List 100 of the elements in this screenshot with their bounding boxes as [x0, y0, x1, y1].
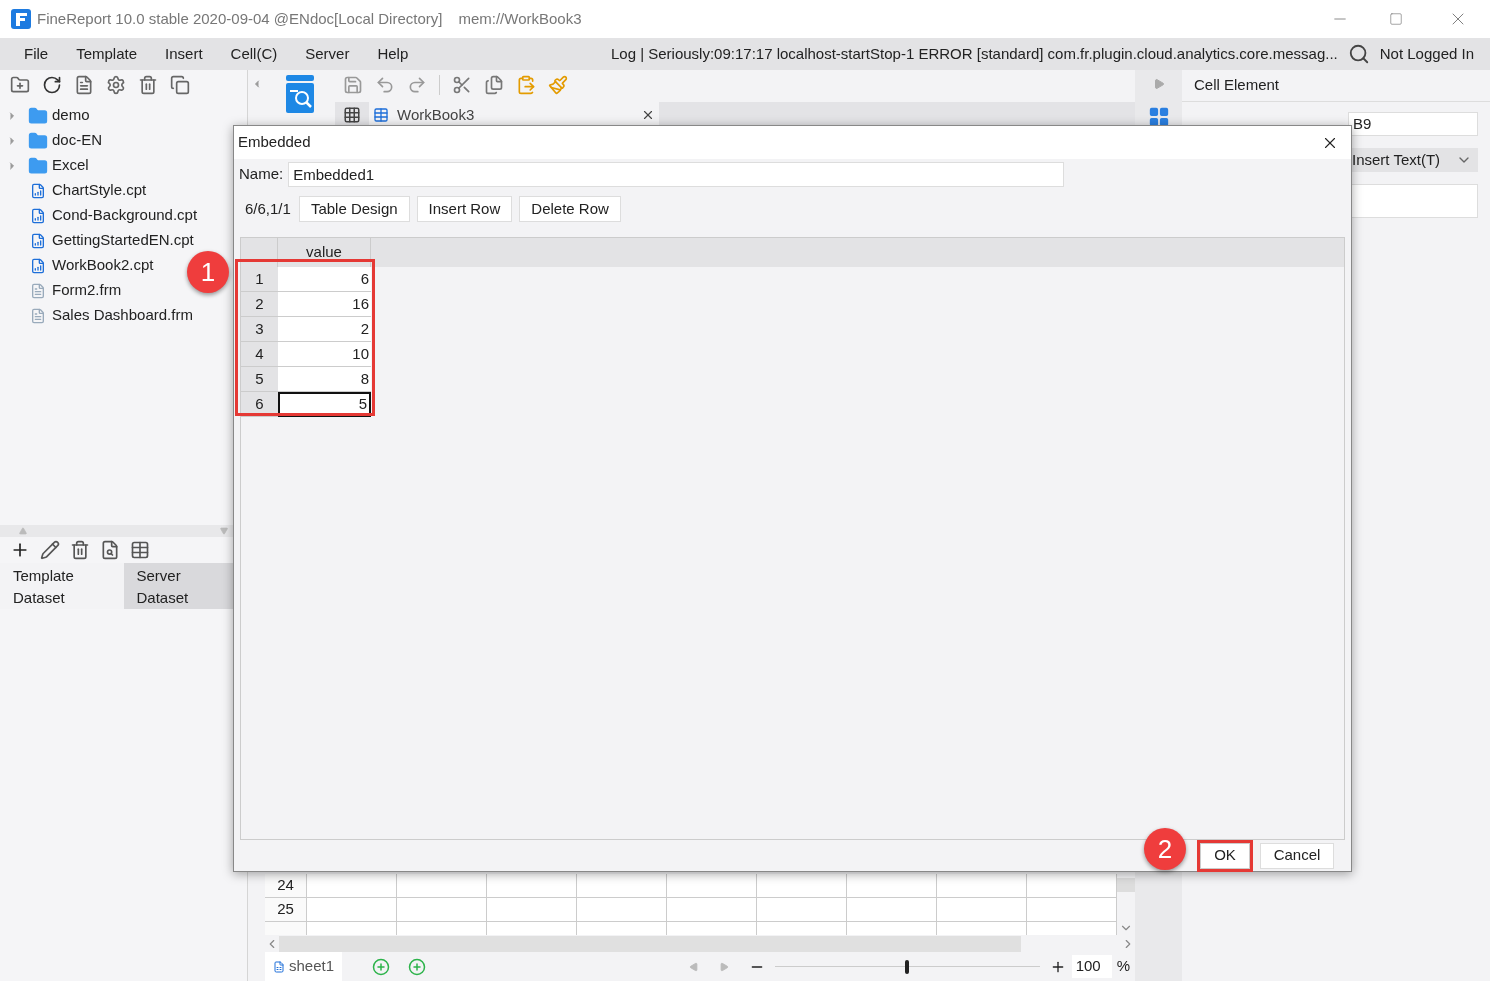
toolbar-button[interactable]: Insert Row [416, 196, 513, 222]
menu-item[interactable]: Insert [151, 42, 217, 66]
table-cell[interactable]: 6 [278, 267, 371, 292]
report-file-icon [30, 257, 46, 274]
row-header[interactable] [265, 922, 307, 935]
copy-icon[interactable] [484, 75, 504, 95]
copy-icon[interactable] [170, 75, 190, 95]
window-title: FineReport 10.0 stable 2020-09-04 @ENdoc[Local Directory] [37, 8, 443, 29]
cell-element-icon[interactable] [1147, 106, 1170, 128]
zoom-slider[interactable] [774, 959, 1040, 974]
form-file-icon [30, 307, 46, 324]
maximize-icon[interactable] [1389, 12, 1403, 26]
tree-item-label: WorkBook2.cpt [52, 255, 154, 276]
row-number[interactable]: 2 [241, 292, 278, 317]
tree-item-label: GettingStartedEN.cpt [52, 230, 194, 251]
menu-item[interactable]: Server [291, 42, 364, 66]
row-number[interactable]: 1 [241, 267, 278, 292]
report-file-icon [30, 207, 46, 224]
table-cell[interactable]: 5 [278, 392, 371, 417]
delete-icon[interactable] [70, 540, 90, 560]
panel-header: Cell Element [1182, 70, 1490, 102]
toolbar-button[interactable]: Table Design [298, 196, 410, 222]
scrollbar-thumb[interactable] [1117, 878, 1135, 892]
name-field[interactable]: Embedded1 [288, 161, 1065, 187]
cell-field[interactable]: B9 [1348, 112, 1478, 136]
row-header[interactable]: 24 [265, 874, 307, 897]
report-file-icon [30, 182, 46, 199]
edit-icon[interactable] [40, 540, 60, 560]
table-cell[interactable]: 16 [278, 292, 371, 317]
table-cell[interactable]: 2 [278, 317, 371, 342]
app-logo-icon [10, 8, 32, 30]
sheet-icon [373, 107, 389, 123]
dialog-title: Embedded [238, 132, 312, 153]
close-tab-icon[interactable] [641, 108, 655, 122]
next-sheet-icon[interactable] [718, 961, 729, 972]
dataset-icon[interactable] [285, 74, 315, 114]
tree-item-label: Form2.frm [52, 280, 122, 301]
table-cell[interactable]: 8 [278, 367, 371, 392]
paste-icon[interactable] [516, 75, 536, 95]
collapse-down-icon[interactable] [219, 527, 229, 535]
delete-icon[interactable] [138, 75, 158, 95]
name-label: Name: [239, 163, 284, 184]
tree-item[interactable]: ChartStyle.cpt [0, 178, 147, 203]
sheet-tab[interactable]: sheet1 [265, 952, 343, 981]
tree-item[interactable]: doc-EN [0, 128, 103, 153]
tree-item[interactable]: demo [0, 103, 90, 128]
new-folder-icon[interactable] [10, 75, 30, 95]
tree-item[interactable]: Form2.frm [0, 278, 122, 303]
menu-item[interactable]: Help [363, 42, 423, 66]
ok-button[interactable]: OK [1200, 842, 1250, 869]
collapse-up-icon[interactable] [18, 527, 28, 535]
position-indicator: 6/6,1/1 [245, 198, 291, 219]
table-cell[interactable]: 10 [278, 342, 371, 367]
tree-item-label: ChartStyle.cpt [52, 180, 147, 201]
cancel-button[interactable]: Cancel [1260, 842, 1334, 869]
menu-item[interactable]: Template [62, 42, 152, 66]
preview-icon[interactable] [100, 540, 120, 560]
tree-item[interactable]: GettingStartedEN.cpt [0, 228, 194, 253]
zoom-slider-thumb[interactable] [905, 959, 910, 974]
save-icon[interactable] [343, 75, 363, 95]
tree-item-label: Sales Dashboard.frm [52, 305, 193, 326]
document-icon[interactable] [74, 75, 94, 95]
log-message: Log | Seriously:09:17:17 localhost-startStop-1 ERROR [standard] com.fr.plugin.cloud.analytics.core.messag... [611, 43, 1338, 64]
tree-item-label: demo [52, 105, 90, 126]
format-painter-icon[interactable] [548, 75, 568, 95]
row-number[interactable]: 5 [241, 367, 278, 392]
refresh-icon[interactable] [42, 75, 62, 95]
tree-item[interactable]: Sales Dashboard.frm [0, 303, 193, 328]
tree-item[interactable]: WorkBook2.cpt [0, 253, 154, 278]
cut-icon[interactable] [452, 75, 472, 95]
add-form-sheet-icon[interactable] [408, 957, 427, 976]
menu-item[interactable]: File [10, 42, 63, 66]
table-icon[interactable] [130, 540, 150, 560]
folder-icon [28, 155, 48, 176]
grid-icon[interactable] [343, 106, 361, 124]
toolbar-button[interactable]: Delete Row [519, 196, 621, 222]
workbook-tab[interactable]: WorkBook3 [369, 102, 659, 128]
expand-right-icon[interactable] [1152, 78, 1165, 90]
row-header[interactable]: 25 [265, 898, 307, 921]
zoom-field[interactable]: 100 [1071, 955, 1112, 978]
tree-item[interactable]: Excel [0, 153, 89, 178]
tree-item-label: Cond-Background.cpt [52, 205, 198, 226]
login-status[interactable]: Not Logged In [1379, 42, 1474, 66]
row-number[interactable]: 6 [241, 392, 278, 417]
menu-item[interactable]: Cell(C) [216, 42, 292, 66]
row-number[interactable]: 4 [241, 342, 278, 367]
previous-sheet-icon[interactable] [688, 961, 699, 972]
file-path: mem://WorkBook3 [458, 8, 582, 29]
search-icon[interactable] [1347, 43, 1370, 65]
add-report-sheet-icon[interactable] [372, 957, 391, 976]
tree-item[interactable]: Cond-Background.cpt [0, 203, 198, 228]
folder-icon [28, 130, 48, 151]
row-number[interactable]: 3 [241, 317, 278, 342]
form-file-icon [30, 282, 46, 299]
zoom-unit: % [1116, 956, 1130, 977]
report-file-icon [30, 232, 46, 249]
folder-icon [28, 105, 48, 126]
undo-icon[interactable] [375, 75, 395, 95]
redo-icon[interactable] [407, 75, 427, 95]
gear-icon[interactable] [106, 75, 126, 95]
